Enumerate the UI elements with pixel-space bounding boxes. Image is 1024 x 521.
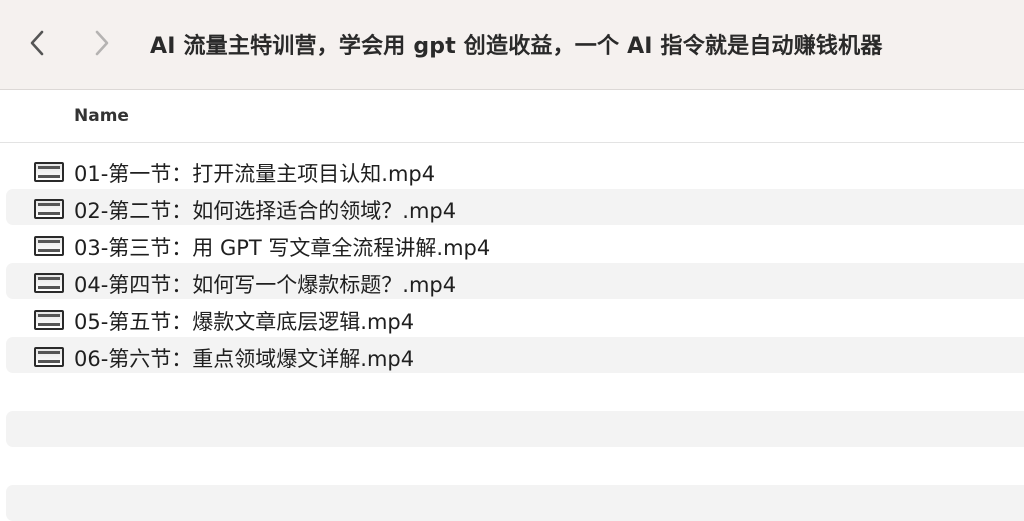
empty-row <box>6 411 1024 447</box>
file-name: 03-第三节：用 GPT 写文章全流程讲解.mp4 <box>74 236 491 260</box>
file-name: 06-第六节：重点领域爆文详解.mp4 <box>74 347 415 371</box>
column-header: Name <box>0 91 1024 143</box>
file-row[interactable]: 01-第一节：打开流量主项目认知.mp4 <box>6 152 1024 188</box>
file-name: 01-第一节：打开流量主项目认知.mp4 <box>74 162 436 186</box>
chevron-right-icon <box>95 30 109 56</box>
file-row[interactable]: 02-第二节：如何选择适合的领域？.mp4 <box>6 189 1024 225</box>
name-column-header[interactable]: Name <box>74 106 129 126</box>
back-button[interactable] <box>22 26 52 60</box>
window-title: AI 流量主特训营，学会用 gpt 创造收益，一个 AI 指令就是自动赚钱机器 <box>150 34 883 59</box>
video-file-icon <box>34 347 64 367</box>
file-row[interactable]: 05-第五节：爆款文章底层逻辑.mp4 <box>6 300 1024 336</box>
file-row[interactable]: 03-第三节：用 GPT 写文章全流程讲解.mp4 <box>6 226 1024 262</box>
video-file-icon <box>34 273 64 293</box>
chevron-left-icon <box>30 30 44 56</box>
file-name: 02-第二节：如何选择适合的领域？.mp4 <box>74 199 457 223</box>
video-file-icon <box>34 162 64 182</box>
video-file-icon <box>34 236 64 256</box>
file-row[interactable]: 06-第六节：重点领域爆文详解.mp4 <box>6 337 1024 373</box>
forward-button[interactable] <box>87 26 117 60</box>
toolbar: AI 流量主特训营，学会用 gpt 创造收益，一个 AI 指令就是自动赚钱机器 <box>0 0 1024 90</box>
file-name: 04-第四节：如何写一个爆款标题？.mp4 <box>74 273 457 297</box>
video-file-icon <box>34 199 64 219</box>
empty-row <box>6 485 1024 521</box>
file-row[interactable]: 04-第四节：如何写一个爆款标题？.mp4 <box>6 263 1024 299</box>
file-name: 05-第五节：爆款文章底层逻辑.mp4 <box>74 310 415 334</box>
video-file-icon <box>34 310 64 330</box>
